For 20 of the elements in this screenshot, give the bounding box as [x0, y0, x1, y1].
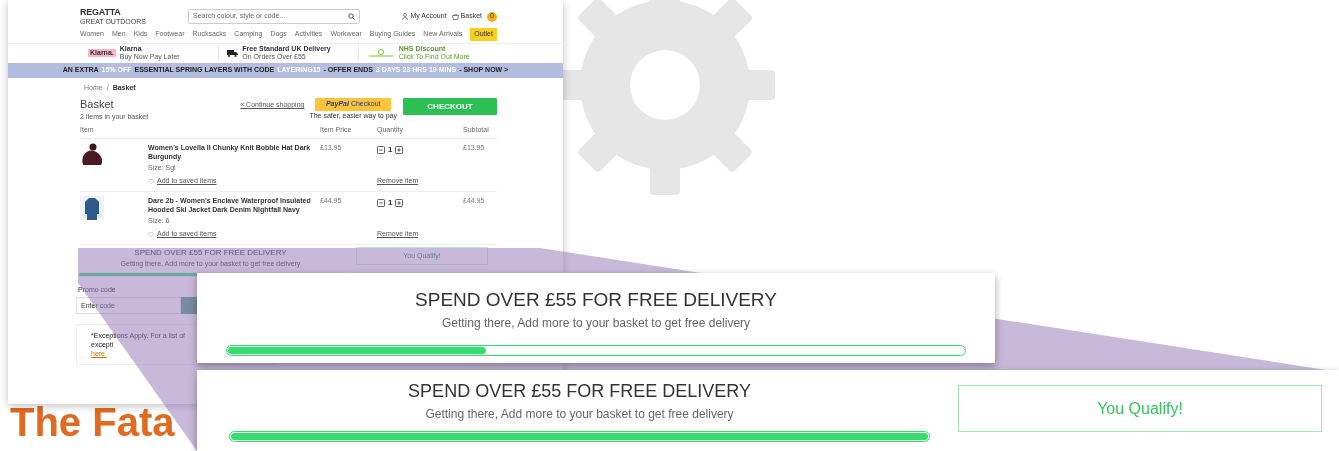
delivery-subtitle: Getting there, Add more to your basket to get free delivery	[425, 405, 734, 423]
bag-icon	[451, 13, 459, 20]
plus-icon[interactable]	[395, 145, 404, 154]
minus-icon[interactable]	[377, 198, 385, 207]
person-icon	[402, 13, 409, 20]
truck-icon	[227, 49, 239, 57]
delivery-title: SPEND OVER £55 FOR FREE DELIVERY	[415, 288, 777, 312]
plus-icon[interactable]	[395, 198, 404, 207]
badge-icon	[366, 49, 395, 57]
delivery-title: SPEND OVER £55 FOR FREE DELIVERY	[408, 380, 751, 403]
jacket-picture	[80, 195, 104, 220]
quantity-value: 1	[388, 143, 393, 156]
search-icon	[348, 13, 355, 20]
basket-title: Basket	[80, 98, 115, 112]
minus-icon[interactable]	[377, 145, 385, 154]
background-heading: The Fata	[10, 402, 175, 442]
quantity-value: 1	[388, 196, 393, 209]
qualify-box: You Qualify!	[958, 385, 1322, 432]
delivery-subtitle: Getting there, Add more to your basket to get free delivery	[441, 314, 751, 332]
delivery-title: SPEND OVER £55 FOR FREE DELIVERY	[134, 246, 287, 259]
